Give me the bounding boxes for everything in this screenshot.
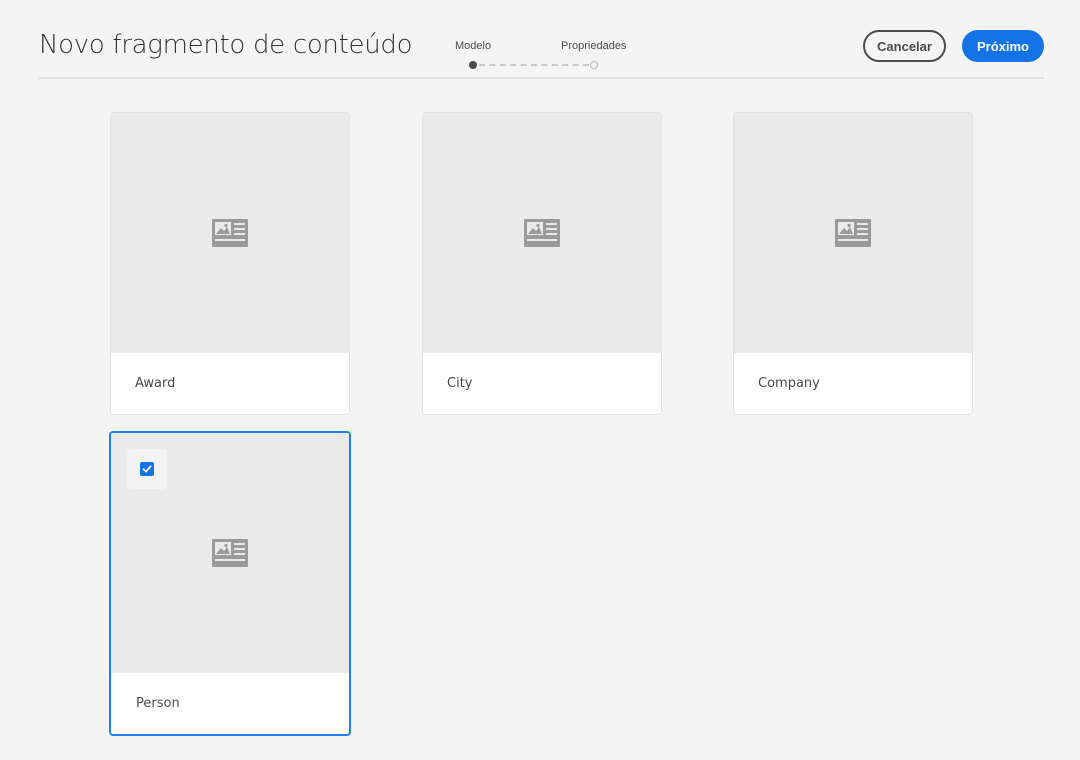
- wizard-stepper: Modelo Propriedades: [449, 40, 649, 70]
- next-button[interactable]: Próximo: [962, 30, 1044, 62]
- card-checkbox-container: [127, 449, 167, 489]
- card-label: City: [447, 376, 473, 391]
- step-label-propriedades: Propriedades: [561, 40, 627, 52]
- card-thumbnail: [423, 113, 661, 353]
- card-label: Company: [758, 376, 820, 391]
- step-dot-active: [469, 61, 477, 69]
- step-label-modelo: Modelo: [455, 40, 492, 52]
- card-checkbox[interactable]: [140, 462, 154, 476]
- step-dot-inactive: [590, 61, 598, 69]
- card-label: Award: [135, 376, 176, 391]
- content-fragment-icon: [524, 219, 560, 247]
- model-card-person[interactable]: Person: [109, 431, 351, 736]
- page-title: Novo fragmento de conteúdo: [39, 30, 413, 60]
- model-card-award[interactable]: Award: [110, 112, 350, 415]
- card-label: Person: [136, 696, 180, 711]
- card-thumbnail: [111, 113, 349, 353]
- step-connector: [479, 64, 589, 66]
- checkmark-icon: [142, 465, 152, 473]
- cancel-button[interactable]: Cancelar: [863, 30, 946, 62]
- content-fragment-icon: [212, 219, 248, 247]
- content-fragment-icon: [212, 539, 248, 567]
- card-thumbnail: [734, 113, 972, 353]
- model-card-city[interactable]: City: [422, 112, 662, 415]
- page-header: Novo fragmento de conteúdo Modelo Propri…: [39, 0, 1044, 79]
- model-card-company[interactable]: Company: [733, 112, 973, 415]
- content-fragment-icon: [835, 219, 871, 247]
